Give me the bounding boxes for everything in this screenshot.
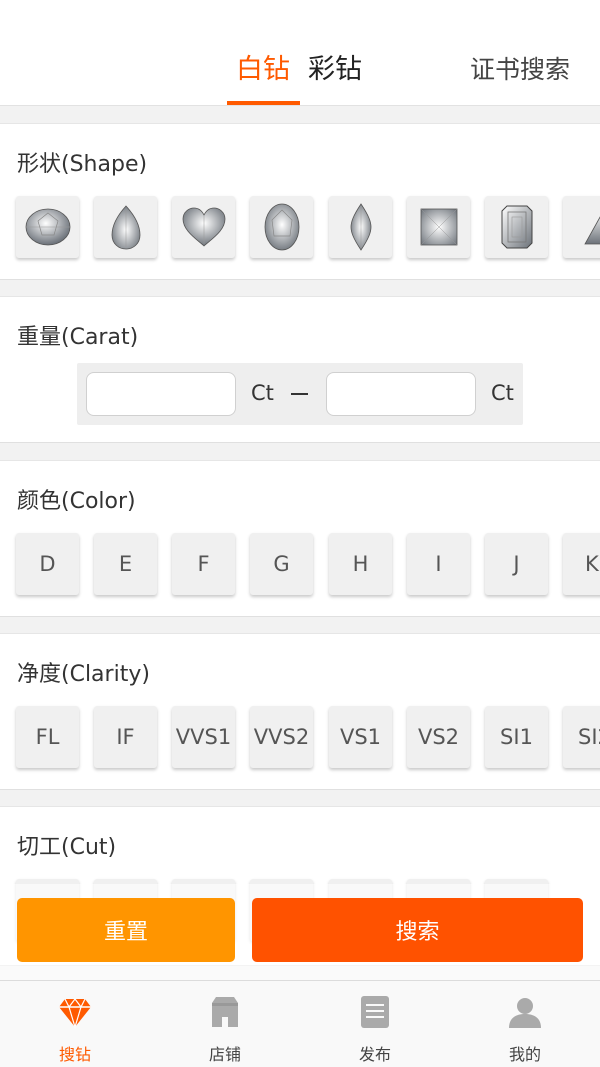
clarity-title: 净度(Clarity) [17,662,150,687]
shape-oval-option[interactable] [250,196,313,258]
certificate-search-link[interactable]: 证书搜索 [470,52,570,88]
nav-label: 搜钻 [58,1045,91,1064]
shape-trillion-option[interactable] [563,196,600,258]
emerald-diamond-icon [501,205,532,249]
top-tab-bar: 白钻 彩钻 证书搜索 [0,0,600,106]
user-icon [509,998,541,1028]
clarity-option[interactable]: SI1 [485,706,548,768]
nav-label: 店铺 [208,1045,241,1064]
clarity-option[interactable]: VS1 [329,706,392,768]
diamond-icon [59,998,91,1029]
color-option[interactable]: J [485,533,548,595]
color-option[interactable]: H [329,533,392,595]
shape-pear-option[interactable] [94,196,157,258]
heart-diamond-icon [182,207,225,247]
shape-heart-option[interactable] [172,196,235,258]
carat-min-input[interactable] [86,372,236,416]
clarity-option[interactable]: SI2 [563,706,600,768]
tab-white-diamond[interactable]: 白钻 [236,52,290,88]
clarity-option[interactable]: FL [16,706,79,768]
action-bar: 重置 搜索 [0,884,600,980]
nav-item-search-diamond[interactable]: 搜钻 [0,981,150,1067]
shape-emerald-option[interactable] [485,196,548,258]
clarity-section: 净度(Clarity) FL IF VVS1 VVS2 VS1 VS2 SI1 … [0,633,600,790]
shape-section: 形状(Shape) [0,123,600,280]
active-tab-indicator [227,101,300,105]
marquise-diamond-icon [350,203,371,251]
cut-title: 切工(Cut) [17,835,117,860]
color-option[interactable]: F [172,533,235,595]
color-section: 颜色(Color) D E F G H I J K [0,460,600,617]
shape-princess-option[interactable] [407,196,470,258]
trillion-diamond-icon [583,215,600,245]
princess-diamond-icon [420,208,457,246]
store-icon [212,997,238,1027]
shape-round-option[interactable] [16,196,79,258]
round-diamond-icon [25,208,70,246]
color-option[interactable]: E [94,533,157,595]
nav-item-mine[interactable]: 我的 [450,981,600,1067]
color-option[interactable]: I [407,533,470,595]
reset-button[interactable]: 重置 [17,898,235,962]
clarity-option[interactable]: IF [94,706,157,768]
carat-max-input[interactable] [326,372,476,416]
carat-min-unit: Ct [251,381,274,405]
carat-max-unit: Ct [491,381,514,405]
publish-icon [361,996,389,1028]
color-title: 颜色(Color) [17,489,136,514]
nav-item-publish[interactable]: 发布 [300,981,450,1067]
clarity-option[interactable]: VVS1 [172,706,235,768]
carat-title: 重量(Carat) [17,325,139,350]
range-dash [291,393,308,395]
clarity-option[interactable]: VVS2 [250,706,313,768]
pear-diamond-icon [111,205,140,250]
color-option[interactable]: K [563,533,600,595]
nav-item-store[interactable]: 店铺 [150,981,300,1067]
color-option[interactable]: G [250,533,313,595]
carat-range: Ct Ct [77,363,523,425]
clarity-option[interactable]: VS2 [407,706,470,768]
nav-label: 我的 [508,1045,541,1064]
color-option[interactable]: D [16,533,79,595]
carat-section: 重量(Carat) Ct Ct [0,296,600,443]
nav-label: 发布 [358,1045,391,1064]
tab-color-diamond[interactable]: 彩钻 [308,52,362,88]
shape-title: 形状(Shape) [17,152,148,177]
oval-diamond-icon [264,203,299,251]
shape-marquise-option[interactable] [329,196,392,258]
search-button[interactable]: 搜索 [252,898,583,962]
bottom-nav: 搜钻 店铺 发布 我的 [0,980,600,1067]
